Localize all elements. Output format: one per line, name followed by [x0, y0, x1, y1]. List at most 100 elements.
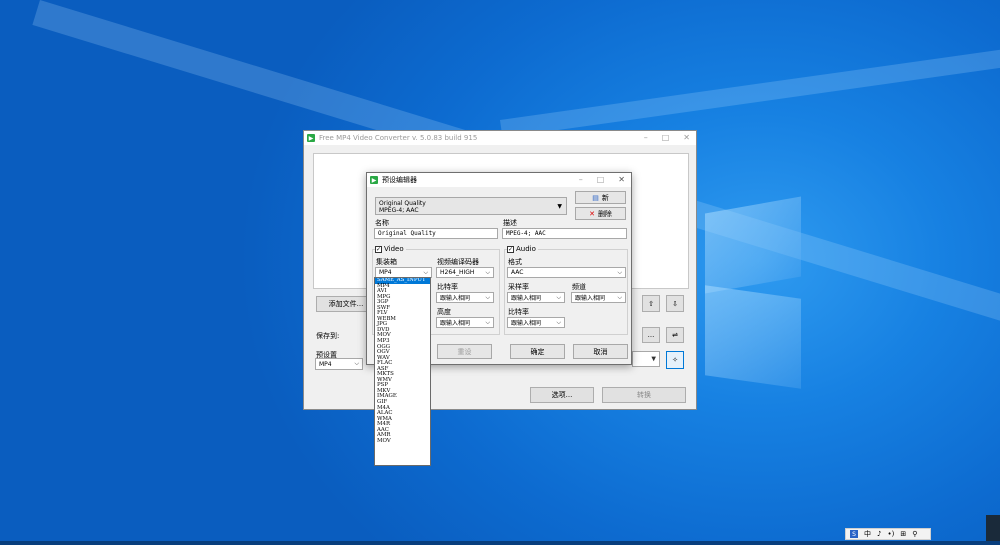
ime-mode[interactable]: 中: [864, 529, 871, 539]
container-value: MP4: [379, 269, 392, 276]
audio-group-label: Audio: [516, 245, 536, 253]
video-bitrate-label: 比特率: [437, 283, 458, 291]
height-label: 高度: [437, 308, 451, 316]
convert-button[interactable]: 转换: [602, 387, 686, 403]
container-dropdown-list[interactable]: SAME_AS_INPUT MP4 AVI MPG 3GP SWF FLV WEBM JPG DV…: [374, 277, 431, 466]
delete-preset-button[interactable]: ✕ 删除: [575, 207, 626, 220]
reset-button[interactable]: 重设: [437, 344, 492, 359]
video-codec-label: 视频编译码器: [437, 258, 479, 266]
video-checkbox[interactable]: ✓ Video: [375, 245, 406, 253]
edit-preset-button[interactable]: ✧: [666, 351, 684, 369]
audio-format-value: AAC: [511, 269, 524, 276]
dialog-titlebar[interactable]: ▶ 预设编辑器 – □ ✕: [367, 173, 631, 187]
dialog-maximize-button[interactable]: □: [597, 175, 605, 184]
system-tray[interactable]: S 中 ♪ •) ⊞ ⚲: [845, 528, 931, 540]
dialog-close-button[interactable]: ✕: [618, 175, 625, 184]
audio-format-label: 格式: [508, 258, 522, 266]
chevron-down-icon: ⌵: [354, 360, 359, 367]
chevron-down-icon: ⌵: [556, 318, 561, 326]
options-button[interactable]: 选项...: [530, 387, 594, 403]
tray-item[interactable]: ⊞: [900, 530, 906, 538]
name-field[interactable]: Original Quality: [374, 228, 498, 239]
dropdown-arrow-icon: ▼: [651, 355, 656, 363]
description-field[interactable]: MPEG-4; AAC: [502, 228, 627, 239]
checkbox-checked-icon: ✓: [507, 245, 514, 253]
preset-detail-select[interactable]: ▼: [632, 351, 660, 367]
taskbar: [0, 541, 1000, 545]
delete-icon: ✕: [589, 209, 595, 218]
app-icon: ▶: [370, 176, 378, 184]
app-icon: ▶: [307, 134, 315, 142]
chevron-down-icon: ⌵: [423, 268, 428, 276]
new-label: 新: [601, 193, 609, 202]
name-value: Original Quality: [378, 230, 436, 237]
wallpaper-light-beam: [500, 22, 1000, 138]
move-up-button[interactable]: ⇧: [642, 295, 660, 312]
close-button[interactable]: ✕: [683, 133, 690, 142]
audio-bitrate-label: 比特率: [508, 308, 529, 316]
reset-label: 重设: [457, 347, 472, 356]
video-bitrate-select[interactable]: 跟输入相同 ⌵: [436, 292, 494, 303]
add-files-label: 添加文件...: [328, 300, 364, 308]
convert-label: 转换: [637, 391, 651, 399]
video-codec-select[interactable]: H264_HIGH ⌵: [436, 267, 494, 278]
audio-bitrate-value: 跟输入相同: [511, 320, 542, 327]
arrow-down-icon: ⇩: [672, 299, 678, 308]
checkbox-checked-icon: ✓: [375, 245, 382, 253]
windows-logo-pane: [705, 285, 801, 389]
cancel-button[interactable]: 取消: [573, 344, 628, 359]
dialog-minimize-button[interactable]: –: [579, 175, 583, 184]
chevron-down-icon: ⌵: [556, 293, 561, 301]
height-select[interactable]: 跟输入相同 ⌵: [436, 317, 494, 328]
new-document-icon: ▤: [592, 193, 599, 202]
browse-button[interactable]: ...: [642, 327, 660, 343]
sample-rate-select[interactable]: 跟输入相同 ⌵: [507, 292, 565, 303]
windows-logo-pane: [705, 196, 801, 294]
chevron-down-icon: ⌵: [485, 293, 490, 301]
channels-select[interactable]: 跟输入相同 ⌵: [571, 292, 626, 303]
arrow-up-icon: ⇧: [648, 299, 654, 308]
main-window-title: Free MP4 Video Converter v. 5.0.83 build…: [319, 134, 478, 142]
height-value: 跟输入相同: [440, 320, 471, 327]
chevron-down-icon: ⌵: [485, 318, 490, 326]
new-preset-button[interactable]: ▤ 新: [575, 191, 626, 204]
preset-select[interactable]: MP4 ⌵: [315, 358, 363, 370]
save-to-label: 保存到:: [316, 332, 340, 340]
channels-label: 频道: [572, 283, 586, 291]
tray-item[interactable]: ⚲: [912, 530, 917, 538]
delete-label: 删除: [597, 209, 612, 218]
description-value: MPEG-4; AAC: [506, 230, 546, 237]
cancel-label: 取消: [593, 347, 608, 356]
ok-label: 确定: [530, 347, 545, 356]
audio-format-select[interactable]: AAC ⌵: [507, 267, 626, 278]
description-label: 描述: [503, 219, 517, 227]
magic-wand-icon: ✧: [672, 356, 678, 364]
channels-value: 跟输入相同: [575, 295, 606, 302]
ime-icon[interactable]: S: [850, 530, 858, 538]
video-bitrate-value: 跟输入相同: [440, 295, 471, 302]
folder-link-icon: ⇌: [672, 331, 678, 339]
output-folder-button[interactable]: ⇌: [666, 327, 684, 343]
dropdown-arrow-icon: ▼: [557, 203, 562, 210]
preset-value: MP4: [319, 360, 332, 368]
dialog-title: 预设编辑器: [382, 176, 417, 184]
name-label: 名称: [375, 219, 389, 227]
main-window-titlebar[interactable]: ▶ Free MP4 Video Converter v. 5.0.83 bui…: [304, 131, 696, 145]
tray-item[interactable]: ♪: [877, 530, 881, 538]
minimize-button[interactable]: –: [644, 133, 648, 142]
container-label: 集装箱: [376, 258, 397, 266]
maximize-button[interactable]: □: [662, 133, 670, 142]
tray-item[interactable]: •): [887, 530, 894, 538]
audio-checkbox[interactable]: ✓ Audio: [507, 245, 538, 253]
move-down-button[interactable]: ⇩: [666, 295, 684, 312]
browse-label: ...: [647, 331, 655, 339]
ok-button[interactable]: 确定: [510, 344, 565, 359]
video-codec-value: H264_HIGH: [440, 269, 475, 276]
container-option[interactable]: MOV: [375, 438, 430, 445]
sample-rate-value: 跟输入相同: [511, 295, 542, 302]
chevron-down-icon: ⌵: [617, 293, 622, 301]
preset-line1: Original Quality: [379, 200, 426, 207]
preset-select[interactable]: Original Quality MPEG-4; AAC ▼: [375, 197, 567, 215]
audio-bitrate-select[interactable]: 跟输入相同 ⌵: [507, 317, 565, 328]
video-group-label: Video: [384, 245, 404, 253]
